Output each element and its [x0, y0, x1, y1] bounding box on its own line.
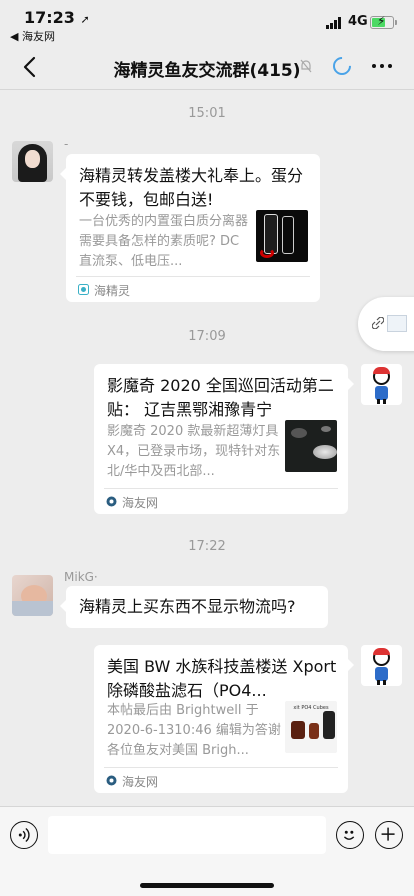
card-description: 影魔奇 2020 款最新超薄灯具 X4，已登录市场，现特针对东北/华中及西北部.… — [107, 424, 281, 479]
source-label: 海精灵 — [94, 284, 131, 298]
source-label: 海友网 — [122, 496, 159, 510]
card-title: 海精灵转发盖楼大礼奉上。蛋分不要钱，包邮白送! — [79, 166, 304, 209]
sender-avatar[interactable] — [12, 575, 53, 616]
source-label: 海友网 — [122, 775, 159, 789]
emoji-icon[interactable] — [336, 821, 364, 849]
battery-icon: ⚡ — [370, 14, 397, 29]
card-title: 美国 BW 水族科技盖楼送 Xport 除磷酸盐滤石（PO4... — [107, 657, 337, 700]
home-indicator — [140, 883, 274, 888]
message-timestamp: 15:01 — [188, 106, 226, 121]
voice-icon[interactable] — [10, 821, 38, 849]
haiyouwang-logo-icon — [106, 775, 117, 786]
sender-avatar[interactable] — [12, 141, 53, 182]
link-icon — [372, 317, 384, 329]
link-card[interactable]: 美国 BW 水族科技盖楼送 Xport 除磷酸盐滤石（PO4... 本帖最后由 … — [94, 645, 354, 793]
chat-input-bar — [0, 806, 414, 896]
card-thumbnail: xit PO4 Cubes — [285, 701, 337, 753]
message-text: 海精灵上买东西不显示物流吗? — [79, 597, 296, 616]
signal-icon — [326, 17, 341, 29]
message-timestamp: 17:09 — [188, 329, 226, 344]
chat-title: 海精灵鱼友交流群(415) — [113, 61, 301, 81]
sender-avatar[interactable] — [361, 645, 402, 686]
link-card[interactable]: 海精灵转发盖楼大礼奉上。蛋分不要钱，包邮白送! 一台优秀的内置蛋白质分离器需要具… — [60, 154, 320, 302]
card-thumbnail — [285, 420, 337, 472]
card-source: 海友网 — [104, 767, 338, 793]
plus-icon[interactable] — [375, 821, 403, 849]
sender-name: MikG· — [64, 570, 98, 584]
chat-nav-bar: 海精灵鱼友交流群(415) — [0, 44, 414, 90]
message-timestamp: 17:22 — [188, 539, 226, 554]
card-source: 海友网 — [104, 488, 338, 514]
haijingling-logo-icon — [78, 284, 89, 295]
card-source: 海精灵 — [76, 276, 310, 302]
status-time-text: 17:23 — [24, 8, 75, 27]
sender-name: - — [64, 137, 69, 151]
haiyouwang-logo-icon — [106, 496, 117, 507]
link-card[interactable]: 影魔奇 2020 全国巡回活动第二贴： 辽吉黑鄂湘豫青宁 影魔奇 2020 款最… — [94, 364, 354, 514]
location-arrow-icon: ➚ — [80, 13, 90, 26]
network-type: 4G — [348, 14, 368, 29]
status-time: 17:23 ➚ — [24, 8, 90, 27]
mute-bell-icon — [300, 59, 312, 73]
text-message[interactable]: 海精灵上买东西不显示物流吗? — [60, 586, 328, 628]
back-to-app-link[interactable]: ◀ 海友网 — [10, 28, 55, 44]
more-icon[interactable] — [372, 64, 392, 68]
sender-avatar[interactable] — [361, 364, 402, 405]
card-title: 影魔奇 2020 全国巡回活动第二贴： 辽吉黑鄂湘豫青宁 — [107, 376, 334, 419]
card-description: 一台优秀的内置蛋白质分离器需要具备怎样的素质呢? DC直流泵、低电压... — [79, 214, 249, 269]
status-bar: 17:23 ➚ ◀ 海友网 4G ⚡ — [0, 0, 414, 44]
message-input[interactable] — [48, 816, 326, 854]
card-thumbnail — [256, 210, 308, 262]
card-description: 本帖最后由 Brightwell 于 2020-6-1310:46 编辑为答谢各… — [107, 703, 281, 758]
